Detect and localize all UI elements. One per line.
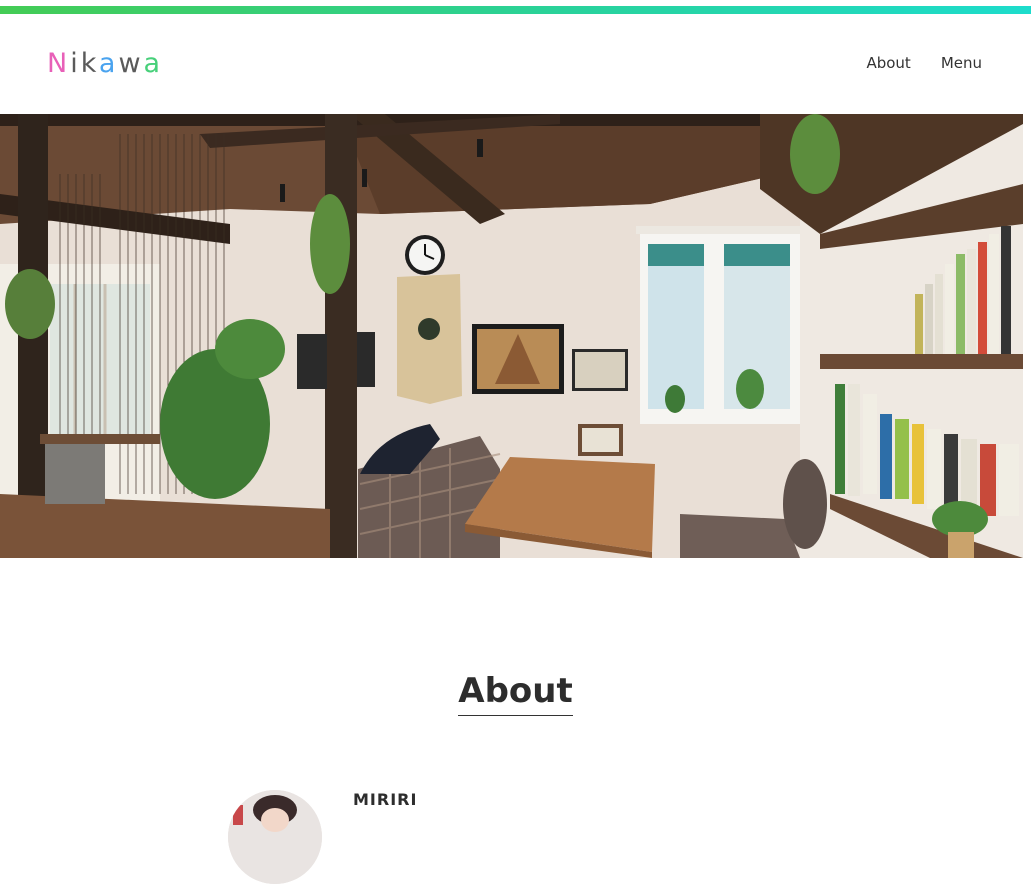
logo-letter: a — [98, 48, 119, 79]
site-logo[interactable]: Nikawa — [47, 48, 163, 79]
avatar-image — [228, 790, 322, 884]
avatar — [228, 790, 322, 884]
cafe-interior-illustration — [0, 114, 1023, 558]
nav-link-menu[interactable]: Menu — [941, 54, 982, 72]
nav-link-about[interactable]: About — [866, 54, 910, 72]
site-header: Nikawa About Menu — [0, 14, 1031, 114]
about-heading-text: About — [458, 671, 573, 716]
about-heading: About — [0, 671, 1031, 716]
profile-name: MIRIRI — [353, 790, 418, 809]
logo-letter: N — [47, 48, 71, 79]
logo-letter: a — [143, 48, 164, 79]
logo-letter: i — [70, 48, 81, 79]
logo-letter: w — [118, 48, 144, 79]
about-section: About MIRIRI — [0, 558, 1031, 884]
logo-letter: k — [80, 48, 99, 79]
main-nav: About Menu — [866, 54, 982, 72]
hero-image — [0, 114, 1023, 558]
top-accent-bar — [0, 6, 1031, 14]
